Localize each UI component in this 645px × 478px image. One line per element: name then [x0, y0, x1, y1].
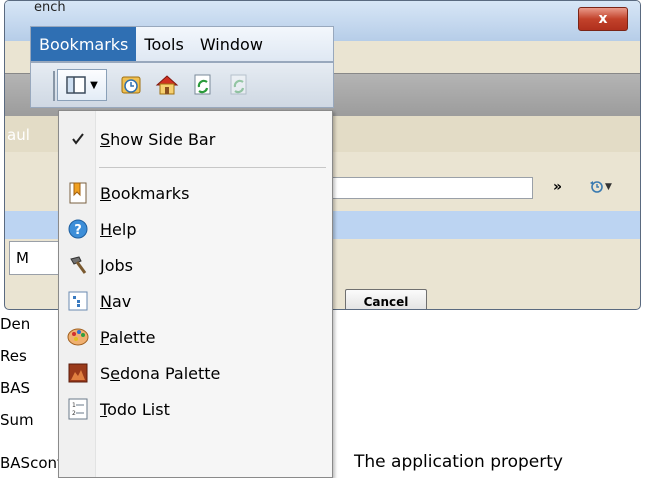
list-item[interactable]: Sum — [0, 404, 40, 436]
menu-item-label: Nav — [100, 291, 132, 311]
left-list: Den Res BAS Sum — [0, 308, 40, 436]
svg-text:1: 1 — [72, 402, 76, 409]
toolbar: ▼ — [30, 62, 334, 108]
menu-item-label: Show Side Bar — [100, 129, 216, 149]
hammer-icon — [66, 253, 90, 277]
menu-item-help[interactable]: ? Help — [59, 213, 332, 245]
sedona-palette-icon — [66, 361, 90, 385]
mnemonic-letter: T — [100, 399, 108, 419]
list-item[interactable]: BAS — [0, 372, 40, 404]
menu-item-show-side-bar[interactable]: Show Side Bar — [59, 123, 332, 155]
help-icon: ? — [66, 217, 90, 241]
history-icon[interactable] — [119, 73, 143, 97]
history-icon — [590, 180, 603, 193]
chevron-down-icon: ▼ — [90, 79, 98, 91]
refresh-icon[interactable] — [191, 73, 215, 97]
svg-text:?: ? — [74, 223, 82, 238]
menu-item-label: Help — [100, 219, 137, 239]
checkmark-icon — [66, 127, 90, 151]
history-dropdown-button[interactable]: ▼ — [589, 178, 612, 193]
menu-item-jobs[interactable]: Jobs — [59, 249, 332, 281]
palette-icon — [66, 325, 90, 349]
menu-item-label: Todo List — [100, 399, 170, 419]
mnemonic-letter: S — [100, 129, 111, 149]
list-item[interactable]: Den — [0, 308, 40, 340]
mnemonic-letter: P — [100, 327, 109, 347]
todo-list-icon: 12 — [66, 397, 90, 421]
close-button[interactable]: x — [578, 7, 628, 31]
menu-item-label: Palette — [100, 327, 156, 347]
nav-tree-icon — [66, 289, 90, 313]
menu-item-nav[interactable]: Nav — [59, 285, 332, 317]
mnemonic-letter: J — [100, 255, 105, 275]
svg-text:2: 2 — [72, 410, 76, 417]
address-input[interactable] — [325, 177, 533, 199]
menu-item-sedona-palette[interactable]: Sedona Palette — [59, 357, 332, 389]
tab-ghost-left[interactable]: aul — [7, 126, 30, 144]
toolbar-grip — [53, 71, 55, 101]
side-bar-toggle-icon — [66, 76, 86, 94]
menu-bookmarks[interactable]: Bookmarks — [31, 27, 137, 61]
menu-item-todo-list[interactable]: 12 Todo List — [59, 393, 332, 425]
mnemonic-letter: e — [110, 363, 120, 383]
window-title: ench — [34, 0, 66, 15]
menu-item-bookmarks[interactable]: Bookmarks — [59, 177, 332, 209]
side-bar-toggle-button[interactable]: ▼ — [57, 69, 107, 101]
menu-item-label: Sedona Palette — [100, 363, 221, 383]
home-icon[interactable] — [155, 73, 179, 97]
menu-item-palette[interactable]: Palette — [59, 321, 332, 353]
mnemonic-letter: H — [100, 219, 113, 239]
menu-item-label: Jobs — [100, 255, 133, 275]
paragraph-text: The application property — [354, 452, 563, 472]
chevron-down-icon: ▼ — [605, 182, 612, 192]
mnemonic-letter: B — [100, 183, 111, 203]
menu-separator — [99, 167, 326, 168]
list-item[interactable]: Res — [0, 340, 40, 372]
chevron-more-icon[interactable]: » — [553, 179, 562, 195]
menu-window[interactable]: Window — [192, 27, 271, 61]
refresh-disabled-icon — [230, 74, 247, 95]
mnemonic-letter: N — [100, 291, 112, 311]
bookmark-icon — [66, 181, 90, 205]
cancel-button[interactable]: Cancel — [345, 289, 427, 309]
menu-bar: Bookmarks Tools Window — [30, 26, 334, 62]
menu-tools[interactable]: Tools — [136, 27, 191, 61]
bookmarks-dropdown-menu: Show Side Bar Bookmarks ? Help Jobs Nav … — [58, 110, 333, 478]
menu-item-label: Bookmarks — [100, 183, 190, 203]
